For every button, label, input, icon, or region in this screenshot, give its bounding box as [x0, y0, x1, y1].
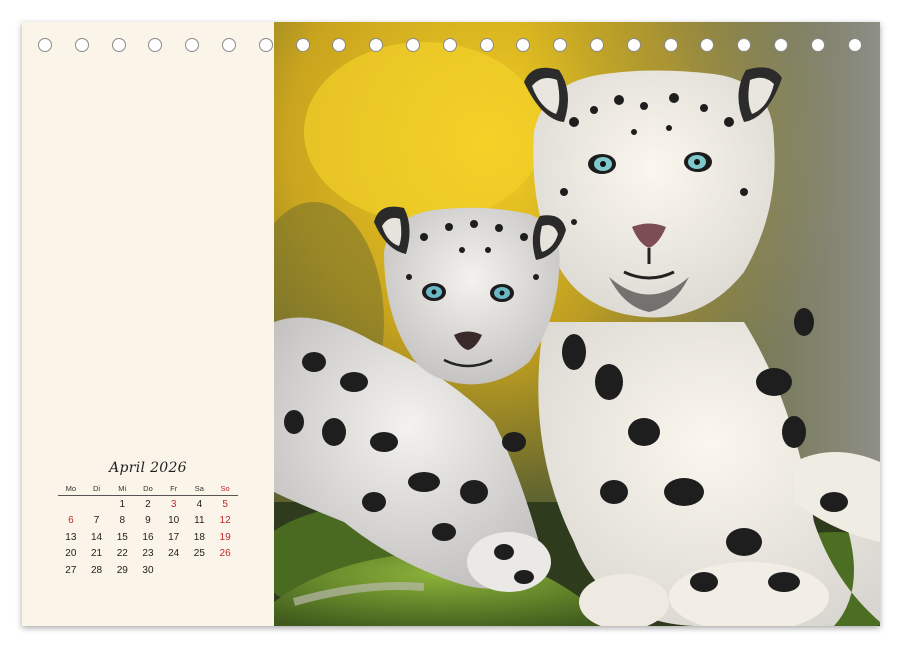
binding-hole	[369, 38, 384, 52]
weekday-do: Do	[135, 484, 161, 496]
month-calendar: April 2026 Mo Di Mi Do Fr Sa So 12345678…	[58, 460, 238, 579]
day-cell: 15	[116, 531, 128, 543]
day-cell: 19	[219, 531, 231, 543]
day-cell: 4	[196, 498, 203, 510]
weekday-row: Mo Di Mi Do Fr Sa So	[58, 484, 238, 496]
weekday-so: So	[212, 484, 238, 496]
day-cell: 18	[193, 531, 205, 543]
binding-hole	[590, 38, 604, 52]
binding-hole	[222, 38, 236, 52]
spiral-binding-holes	[22, 38, 880, 58]
binding-hole	[406, 38, 420, 52]
day-cell: 3	[170, 498, 177, 510]
month-title: April 2026	[109, 460, 187, 476]
binding-hole	[847, 38, 862, 52]
weekday-sa: Sa	[186, 484, 213, 496]
week-row: 1 2 3 4 5	[58, 496, 238, 513]
binding-hole	[626, 38, 641, 52]
day-cell: 29	[116, 564, 128, 576]
day-cell: 6	[68, 515, 74, 527]
day-cell: 11	[194, 515, 205, 527]
day-cell	[161, 562, 187, 579]
day-cell: 13	[65, 531, 77, 543]
snow-leopard-photo	[274, 22, 880, 626]
binding-hole	[774, 38, 788, 52]
weekday-di: Di	[83, 484, 110, 496]
binding-hole	[185, 38, 200, 52]
binding-hole	[810, 38, 825, 52]
binding-hole	[111, 38, 126, 52]
binding-hole	[442, 38, 457, 52]
day-cell: 1	[119, 498, 126, 510]
week-row: 20 21 22 23 24 25 26	[58, 546, 238, 563]
binding-hole	[74, 38, 89, 52]
day-cell: 7	[93, 515, 100, 527]
day-cell	[84, 496, 110, 513]
binding-hole	[295, 38, 310, 52]
day-cell: 27	[65, 564, 77, 576]
day-cell	[187, 562, 213, 579]
day-cell: 20	[65, 548, 77, 560]
day-cell: 10	[168, 515, 180, 527]
day-cell: 2	[145, 498, 151, 510]
binding-hole	[516, 38, 531, 52]
binding-hole	[148, 38, 163, 52]
day-cell: 12	[219, 515, 231, 527]
binding-hole	[553, 38, 568, 52]
day-cell: 23	[142, 548, 154, 560]
day-cell: 16	[142, 531, 154, 543]
binding-hole	[479, 38, 494, 52]
month-grid: Mo Di Mi Do Fr Sa So 1 2 3 4 5 6 7 8 9 10 11 12 13 14…	[58, 484, 238, 579]
binding-hole	[700, 38, 715, 52]
binding-hole	[332, 38, 347, 52]
day-cell: 14	[90, 531, 103, 543]
week-row: 6 7 8 9 10 11 12	[58, 513, 238, 530]
binding-hole	[258, 38, 273, 52]
binding-hole	[737, 38, 752, 52]
day-cell: 17	[168, 531, 180, 543]
day-cell: 25	[193, 548, 205, 560]
weekday-mo: Mo	[58, 484, 84, 496]
calendar-sheet: April 2026 Mo Di Mi Do Fr Sa So 12345678…	[22, 22, 880, 626]
calendar-panel: April 2026 Mo Di Mi Do Fr Sa So 12345678…	[22, 22, 274, 626]
day-cell: 30	[142, 564, 154, 576]
day-cell: 24	[168, 548, 180, 560]
day-cell: 8	[119, 515, 126, 527]
binding-hole	[38, 38, 52, 52]
weekday-mi: Mi	[109, 484, 136, 496]
day-cell	[212, 562, 238, 579]
day-cell: 5	[222, 498, 228, 510]
day-cell: 28	[90, 564, 103, 576]
week-row: 27 28 29 30	[58, 562, 238, 579]
day-cell: 9	[145, 515, 151, 527]
day-cell: 26	[219, 548, 231, 560]
day-cell: 21	[90, 548, 103, 560]
weekday-fr: Fr	[160, 484, 187, 496]
binding-hole	[663, 38, 678, 52]
day-cell: 22	[116, 548, 128, 560]
day-cell	[58, 496, 84, 513]
week-row: 13 14 15 16 17 18 19	[58, 529, 238, 546]
